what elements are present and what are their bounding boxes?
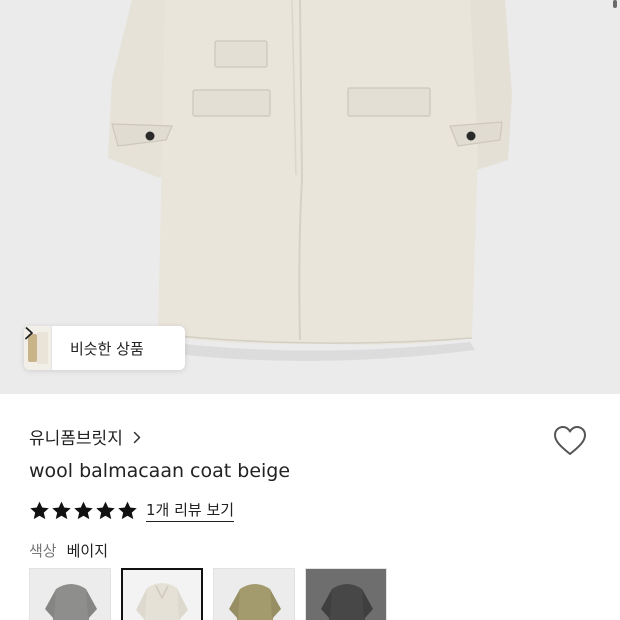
swatch-khaki[interactable] <box>213 568 295 620</box>
brand-link[interactable]: 유니폼브릿지 <box>29 424 141 449</box>
product-title: wool balmacaan coat beige <box>29 460 291 482</box>
swatch-gray[interactable] <box>29 568 111 620</box>
swatch-charcoal[interactable] <box>305 568 387 620</box>
star-icon <box>52 501 71 520</box>
color-label: 색상 <box>29 542 57 560</box>
star-icon <box>96 501 115 520</box>
color-swatches <box>29 568 387 620</box>
star-rating <box>29 500 138 521</box>
color-info: 색상 베이지 <box>29 540 108 561</box>
swatch-beige[interactable] <box>121 568 203 620</box>
star-icon <box>30 501 49 520</box>
product-hero-image[interactable]: 비슷한 상품 <box>0 0 620 394</box>
chevron-right-icon <box>133 431 141 444</box>
chevron-right-icon <box>25 326 33 340</box>
color-value: 베이지 <box>66 542 109 560</box>
heart-icon[interactable] <box>552 424 588 458</box>
review-link[interactable]: 1개 리뷰 보기 <box>146 499 235 522</box>
similar-products-button[interactable]: 비슷한 상품 <box>24 326 185 370</box>
scroll-indicator[interactable] <box>613 0 617 8</box>
similar-products-label: 비슷한 상품 <box>70 339 144 358</box>
rating-row: 1개 리뷰 보기 <box>29 499 235 522</box>
star-icon <box>74 501 93 520</box>
brand-name: 유니폼브릿지 <box>29 429 123 449</box>
star-icon <box>118 501 137 520</box>
